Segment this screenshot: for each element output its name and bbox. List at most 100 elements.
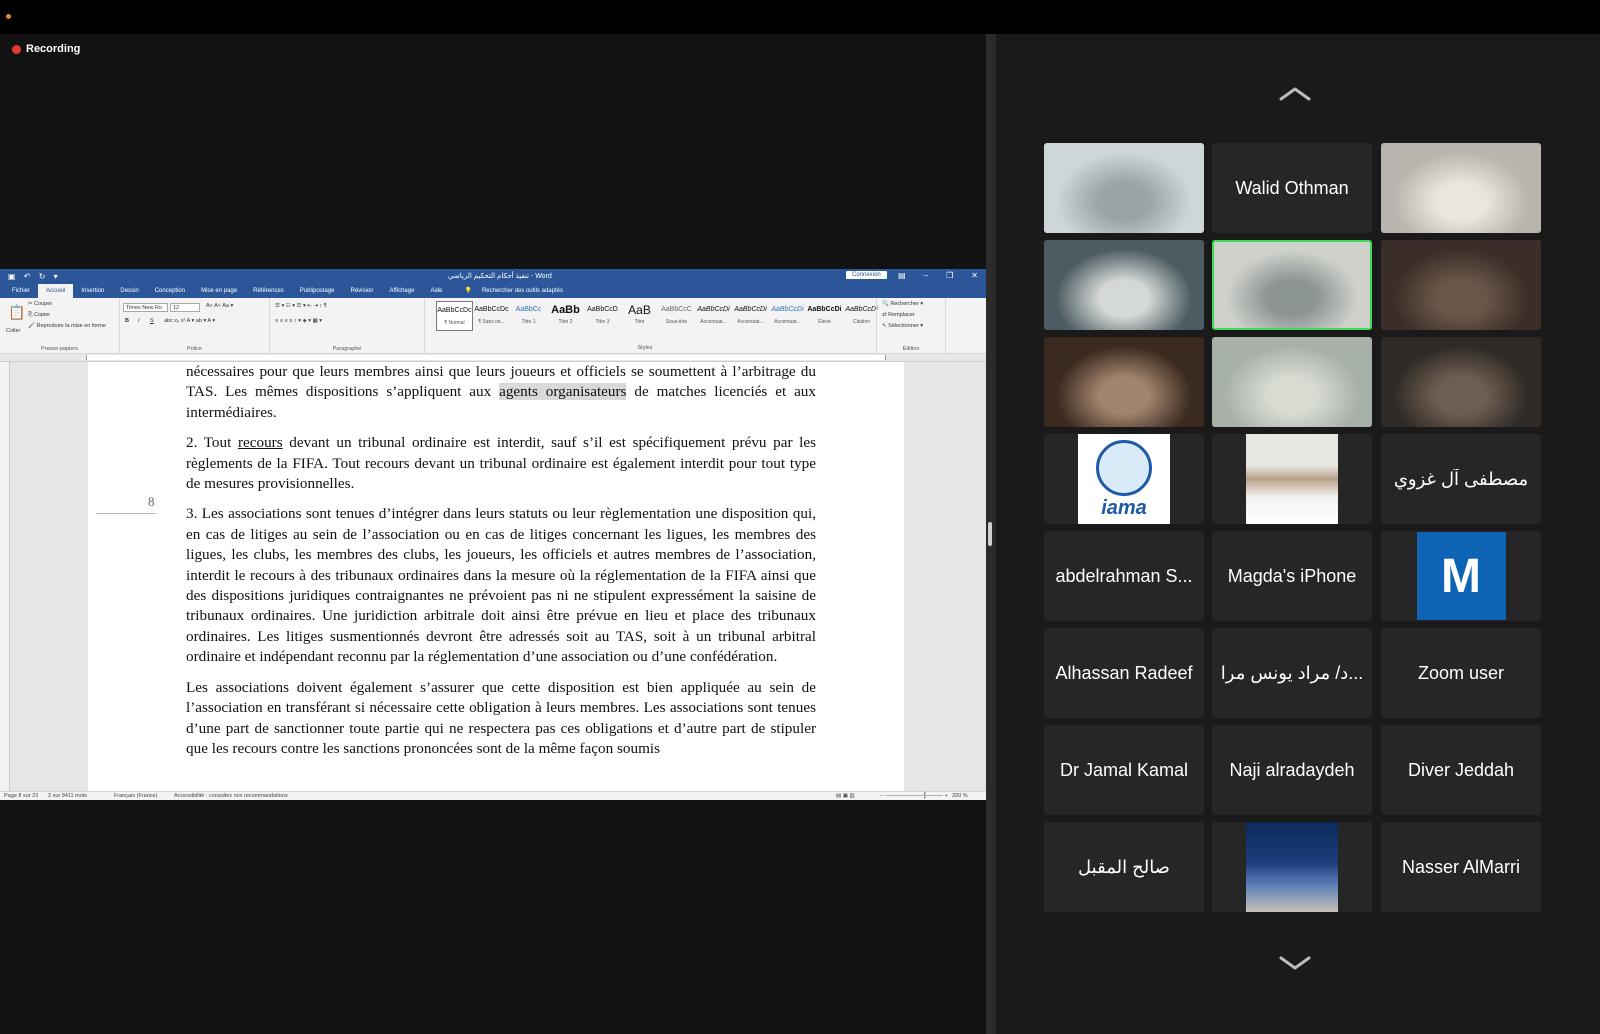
document-text[interactable]: nécessaires pour que leurs membres ainsi…	[186, 362, 816, 769]
style-eleve[interactable]: AaBbCcDi Élevé	[806, 301, 843, 331]
zoom-slider[interactable]: − ———————┃——— +	[880, 793, 948, 799]
bold-icon[interactable]: B	[125, 318, 129, 324]
cut-label: Couper	[34, 301, 53, 307]
participant-video-tile[interactable]	[1381, 337, 1541, 427]
chevron-down-icon[interactable]	[1278, 953, 1312, 973]
minimize-icon[interactable]: –	[924, 271, 928, 280]
logo-text: iama	[1101, 497, 1147, 519]
style-sample: AaBbCcD	[587, 306, 618, 313]
alignment-icons[interactable]: ≡ ≡ ≡ ≡ ↕ ▾ ◈ ▾ ▦ ▾	[275, 318, 322, 324]
style-titre-3[interactable]: AaBbCcD Titre 3	[584, 301, 621, 331]
replace-button[interactable]: ⇄ Remplacer	[882, 312, 915, 318]
tab-publipostage[interactable]: Publipostage	[292, 284, 343, 298]
participant-video-tile[interactable]	[1381, 240, 1541, 330]
participant-tile[interactable]: abdelrahman S...	[1044, 531, 1204, 621]
participant-video-tile[interactable]	[1044, 240, 1204, 330]
italic-icon[interactable]: I	[138, 318, 140, 324]
style-name: Titre	[634, 319, 645, 325]
view-mode-icons[interactable]: ▤ ▣ ▥	[836, 793, 855, 799]
accessibility-indicator[interactable]: Accessibilité : consultez nos recommanda…	[174, 793, 288, 799]
quick-access-toolbar[interactable]: ▣ ↶ ↻ ▾	[8, 272, 61, 281]
ribbon-display-icon[interactable]: ▤	[898, 271, 906, 280]
participant-tile[interactable]: Walid Othman	[1212, 143, 1372, 233]
footnote-separator	[96, 513, 156, 514]
select-button[interactable]: ↖ Sélectionner ▾	[882, 323, 923, 329]
tab-accueil[interactable]: Accueil	[38, 284, 74, 298]
find-button[interactable]: 🔍 Rechercher ▾	[882, 301, 923, 307]
notification-dot	[6, 14, 11, 19]
connexion-button[interactable]: Connexion	[846, 271, 887, 279]
vertical-ruler[interactable]	[0, 362, 10, 792]
tab-aide[interactable]: Aide	[422, 284, 450, 298]
cut-button[interactable]: ✂ Couper	[28, 301, 52, 307]
participant-tile[interactable]: مصطفى آل غزوي	[1381, 434, 1541, 524]
participant-tile[interactable]: iama	[1044, 434, 1204, 524]
document-page[interactable]: 8 nécessaires pour que leurs membres ain…	[88, 362, 904, 792]
style-sous-titre[interactable]: AaBbCcC Sous-titre	[658, 301, 695, 331]
participant-video-tile[interactable]	[1212, 240, 1372, 330]
style-accentuation-1[interactable]: AaBbCcDi Accentuat...	[695, 301, 732, 331]
paste-button[interactable]: Coller	[6, 328, 20, 334]
tab-conception[interactable]: Conception	[147, 284, 193, 298]
participant-video-tile[interactable]	[1381, 143, 1541, 233]
style-accentuation-2[interactable]: AaBbCcDi Accentuat...	[732, 301, 769, 331]
profile-photo	[1246, 822, 1338, 912]
page-count[interactable]: Page 8 sur 23	[4, 793, 38, 799]
word-count[interactable]: 2 sur 9411 mots	[48, 793, 87, 799]
paste-icon[interactable]: 📋	[8, 304, 25, 321]
close-icon[interactable]: ✕	[971, 271, 978, 280]
style-accentuation-3[interactable]: AaBbCcDi Accentuat...	[769, 301, 806, 331]
participant-video-tile[interactable]	[1212, 337, 1372, 427]
zoom-level[interactable]: 200 %	[952, 793, 968, 799]
tab-dessin[interactable]: Dessin	[112, 284, 146, 298]
participant-photo-tile[interactable]	[1212, 434, 1372, 524]
participant-tile[interactable]: Naji alradaydeh	[1212, 725, 1372, 815]
participant-name: abdelrahman S...	[1055, 565, 1193, 586]
horizontal-ruler[interactable]	[0, 354, 986, 362]
style-name: Titre 1	[521, 319, 536, 325]
style-titre-2[interactable]: AaBb Titre 2	[547, 301, 584, 331]
style-sans-interligne[interactable]: AaBbCcDc ¶ Sans int...	[473, 301, 510, 331]
copy-button[interactable]: ⎘ Copier	[28, 312, 50, 319]
tab-affichage[interactable]: Affichage	[382, 284, 423, 298]
participant-tile[interactable]: Zoom user	[1381, 628, 1541, 718]
participant-video-tile[interactable]	[1044, 337, 1204, 427]
underline-icon[interactable]: S	[150, 318, 154, 324]
tab-fichier[interactable]: Fichier	[4, 284, 38, 298]
participant-tile[interactable]: Dr Jamal Kamal	[1044, 725, 1204, 815]
participant-tile[interactable]: Alhassan Radeef	[1044, 628, 1204, 718]
participant-tile[interactable]: Nasser AlMarri	[1381, 822, 1541, 912]
list-icons[interactable]: ☰ ▾ ☷ ▾ ☰ ▾ ⇤ ⇥ ↕ ¶	[275, 303, 327, 309]
tab-mise-en-page[interactable]: Mise en page	[193, 284, 245, 298]
restore-icon[interactable]: ❐	[946, 271, 953, 280]
tell-me-search[interactable]: Rechercher des outils adaptés	[480, 284, 571, 298]
language-indicator[interactable]: Français (France)	[114, 793, 157, 799]
recording-indicator[interactable]: Recording	[12, 43, 80, 55]
font-size-select[interactable]: 12	[170, 303, 200, 312]
tab-references[interactable]: Références	[245, 284, 292, 298]
lightbulb-icon: 💡	[464, 288, 472, 294]
divider-handle[interactable]	[988, 522, 992, 546]
participant-photo-tile[interactable]	[1212, 822, 1372, 912]
participant-name: Naji alradaydeh	[1229, 759, 1355, 780]
participant-tile[interactable]: Magda's iPhone	[1212, 531, 1372, 621]
style-normal[interactable]: AaBbCcDc ¶ Normal	[436, 301, 473, 331]
tab-insertion[interactable]: Insertion	[73, 284, 112, 298]
participant-tile[interactable]: د/ مراد يونس مرا...	[1212, 628, 1372, 718]
status-bar: Page 8 sur 23 2 sur 9411 mots Français (…	[0, 791, 986, 800]
font-name-select[interactable]: Times New Ro	[123, 303, 168, 312]
font-effects-icons[interactable]: abc x₂ x² A ▾ ab ▾ A ▾	[164, 318, 215, 324]
participant-tile[interactable]: M	[1381, 531, 1541, 621]
editing-group: 🔍 Rechercher ▾ ⇄ Remplacer ↖ Sélectionne…	[876, 298, 946, 354]
chevron-up-icon[interactable]	[1278, 84, 1312, 104]
participant-video-tile[interactable]	[1044, 143, 1204, 233]
format-painter-button[interactable]: 🖌 Reproduire la mise en forme	[28, 323, 106, 329]
participant-tile[interactable]: Diver Jeddah	[1381, 725, 1541, 815]
video-feed	[1381, 143, 1541, 233]
participant-tile[interactable]: صالح المقبل	[1044, 822, 1204, 912]
style-titre-1[interactable]: AaBbCc Titre 1	[510, 301, 547, 331]
style-citation[interactable]: AaBbCcDi Citation	[843, 301, 880, 331]
style-titre[interactable]: AaB Titre	[621, 301, 658, 331]
grow-shrink-font-icon[interactable]: A˄ A˅ Aa ▾	[206, 303, 233, 309]
tab-revision[interactable]: Révision	[343, 284, 382, 298]
